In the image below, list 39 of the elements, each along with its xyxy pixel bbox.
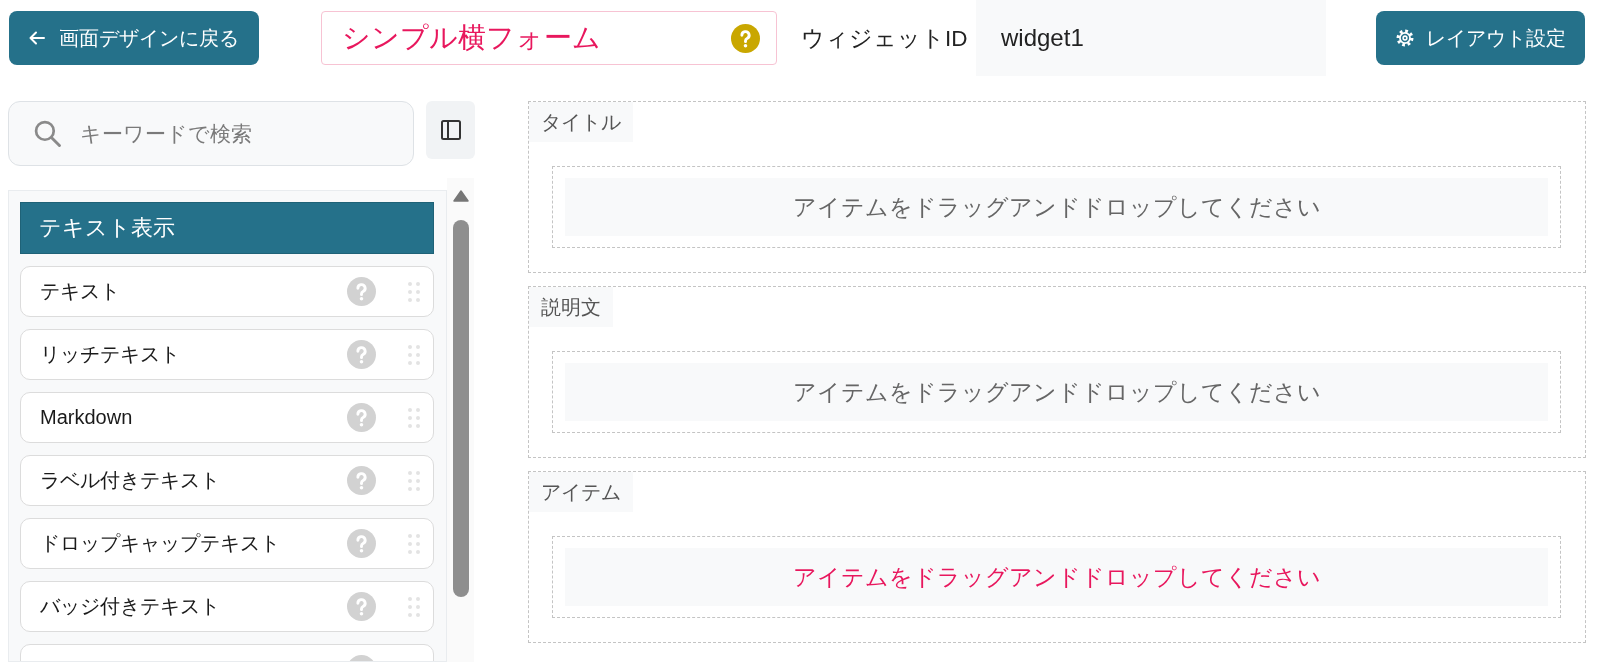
settings-icon [1395, 29, 1414, 47]
title-field[interactable]: シンプル横フォーム [321, 11, 777, 65]
drag-handle-icon[interactable] [408, 596, 420, 617]
drop-hint: アイテムをドラッグアンドドロップしてください [565, 178, 1548, 236]
drag-handle-icon[interactable] [408, 407, 420, 428]
help-icon[interactable] [347, 466, 376, 495]
help-icon[interactable] [347, 529, 376, 558]
help-icon[interactable] [347, 277, 376, 306]
arrow-left-icon [29, 31, 45, 45]
layout-settings-button[interactable]: レイアウト設定 [1376, 11, 1585, 65]
drop-hint: アイテムをドラッグアンドドロップしてください [565, 363, 1548, 421]
help-icon[interactable] [347, 403, 376, 432]
search-icon [34, 120, 61, 147]
widget-id-label: ウィジェットID [801, 24, 968, 53]
sidebar-toggle-button[interactable] [426, 101, 475, 159]
category-header[interactable]: テキスト表示 [20, 202, 434, 254]
drag-handle-icon[interactable] [408, 281, 420, 302]
sidebar-icon [440, 120, 461, 140]
component-item[interactable]: ドロップキャップテキスト [20, 518, 434, 569]
section-label: タイトル [529, 102, 633, 142]
component-item[interactable]: ラベル付きテキスト [20, 455, 434, 506]
widget-id-field[interactable]: widget1 [976, 0, 1326, 76]
search-field[interactable]: キーワードで検索 [8, 101, 414, 166]
drop-hint: アイテムをドラッグアンドドロップしてください [565, 548, 1548, 606]
help-icon[interactable] [347, 592, 376, 621]
component-item[interactable]: テキスト [20, 266, 434, 317]
component-item[interactable]: バッジ付きテキスト [20, 581, 434, 632]
drag-handle-icon[interactable] [408, 470, 420, 491]
help-icon[interactable] [347, 340, 376, 369]
back-button[interactable]: 画面デザインに戻る [9, 11, 259, 65]
drag-handle-icon[interactable] [408, 533, 420, 554]
help-icon[interactable] [731, 23, 760, 53]
component-item[interactable]: リッチテキスト [20, 329, 434, 380]
scrollbar-thumb[interactable] [452, 220, 469, 597]
drag-handle-icon[interactable] [408, 344, 420, 365]
section-label: アイテム [529, 472, 633, 512]
component-item[interactable]: Markdown [20, 392, 434, 443]
scroll-up-arrow-icon[interactable] [452, 190, 469, 202]
section-label: 説明文 [529, 287, 613, 327]
